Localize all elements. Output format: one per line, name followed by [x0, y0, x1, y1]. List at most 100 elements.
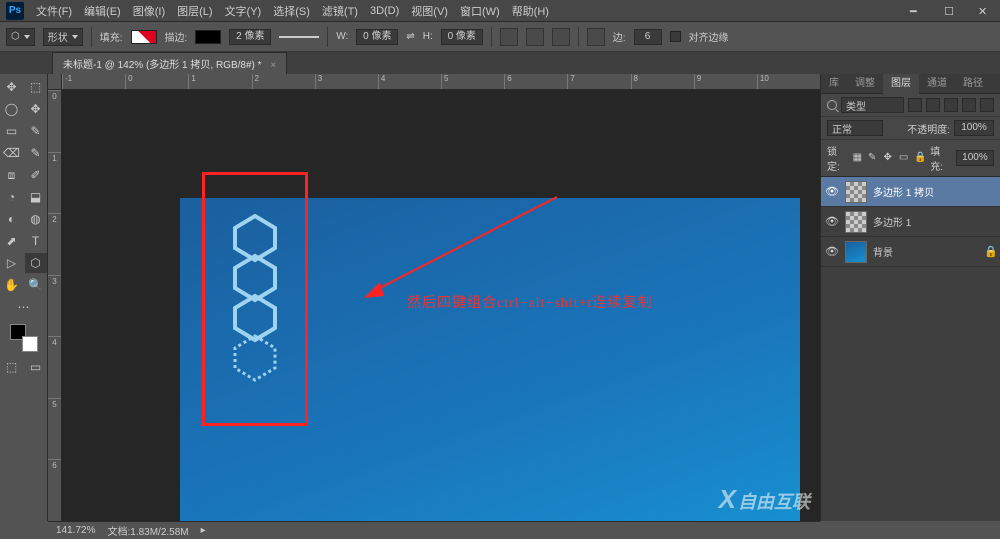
eyedropper-tool[interactable]: ✎ — [25, 121, 47, 141]
layer-name[interactable]: 多边形 1 拷贝 — [873, 184, 996, 199]
menu-window[interactable]: 窗口(W) — [460, 3, 500, 19]
stroke-width-input[interactable]: 2 像素 — [229, 29, 271, 45]
lock-position-icon[interactable]: ✎ — [868, 152, 879, 164]
filter-shape-icon[interactable] — [962, 98, 976, 112]
tab-layers[interactable]: 图层 — [883, 74, 919, 94]
filter-pixel-icon[interactable] — [908, 98, 922, 112]
document-tab-label: 未标题-1 @ 142% (多边形 1 拷贝, RGB/8#) * — [63, 60, 262, 71]
filter-smart-icon[interactable] — [980, 98, 994, 112]
marquee-tool[interactable]: ⬚ — [25, 77, 47, 97]
menu-help[interactable]: 帮助(H) — [512, 3, 549, 19]
tab-channels[interactable]: 通道 — [919, 74, 955, 94]
close-icon[interactable]: ✕ — [978, 5, 994, 17]
app-logo: Ps — [6, 2, 24, 20]
fill-swatch[interactable] — [131, 30, 157, 44]
layer-thumb[interactable] — [845, 241, 867, 263]
menu-image[interactable]: 图像(I) — [133, 3, 165, 19]
more-tools-icon[interactable]: ⋯ — [2, 297, 46, 317]
minimize-icon[interactable]: ━ — [910, 5, 926, 17]
path-combine-icon[interactable] — [500, 28, 518, 46]
layer-thumb[interactable] — [845, 181, 867, 203]
eraser-tool[interactable]: ◔ — [1, 187, 23, 207]
layer-row[interactable]: 👁 多边形 1 拷贝 — [821, 177, 1000, 207]
pen-tool[interactable]: ⬈ — [1, 231, 23, 251]
layer-name[interactable]: 多边形 1 — [873, 214, 996, 229]
stroke-swatch[interactable] — [195, 30, 221, 44]
filter-type-icon[interactable] — [944, 98, 958, 112]
gear-icon[interactable] — [587, 28, 605, 46]
menu-3d[interactable]: 3D(D) — [370, 5, 399, 17]
gradient-tool[interactable]: ⬓ — [25, 187, 47, 207]
height-label: H: — [423, 31, 433, 42]
lock-all-icon[interactable]: ✥ — [883, 152, 894, 164]
shape-tool[interactable]: ⬡ — [25, 253, 47, 273]
blend-mode-dropdown[interactable]: 正常 — [827, 120, 883, 136]
menu-type[interactable]: 文字(Y) — [225, 3, 262, 19]
chevron-right-icon[interactable]: ▸ — [201, 525, 206, 536]
layer-thumb[interactable] — [845, 211, 867, 233]
menu-edit[interactable]: 编辑(E) — [84, 3, 121, 19]
lock-icon[interactable]: 🔒 — [914, 152, 926, 164]
layer-name[interactable]: 背景 — [873, 244, 978, 259]
menu-file[interactable]: 文件(F) — [36, 3, 72, 19]
filter-kind-dropdown[interactable]: 类型 — [841, 97, 904, 113]
crop-tool[interactable]: ▭ — [1, 121, 23, 141]
doc-size[interactable]: 文档:1.83M/2.58M — [107, 523, 188, 538]
menu-select[interactable]: 选择(S) — [273, 3, 310, 19]
menu-filter[interactable]: 滤镜(T) — [322, 3, 358, 19]
antialias-checkbox[interactable] — [670, 31, 681, 42]
tab-library[interactable]: 库 — [821, 74, 847, 94]
width-input[interactable]: 0 像素 — [356, 29, 398, 45]
path-select-tool[interactable]: ▷ — [1, 253, 23, 273]
tab-adjustments[interactable]: 调整 — [847, 74, 883, 94]
ruler-vertical: 0123456 — [48, 90, 62, 521]
filter-adjust-icon[interactable] — [926, 98, 940, 112]
stroke-style-dropdown[interactable] — [279, 36, 319, 38]
hand-tool[interactable]: ✋ — [1, 275, 23, 295]
lock-artboard-icon[interactable]: ▭ — [899, 152, 910, 164]
wand-tool[interactable]: ✥ — [25, 99, 47, 119]
link-icon[interactable]: ⇌ — [406, 31, 414, 42]
status-bar: 141.72% 文档:1.83M/2.58M ▸ — [48, 521, 820, 539]
path-arrange-icon[interactable] — [552, 28, 570, 46]
eye-icon[interactable]: 👁 — [825, 185, 839, 198]
lasso-tool[interactable]: ◯ — [1, 99, 23, 119]
tab-paths[interactable]: 路径 — [955, 74, 991, 94]
menu-layer[interactable]: 图层(L) — [177, 3, 212, 19]
height-input[interactable]: 0 像素 — [441, 29, 483, 45]
fill-opacity-label: 填充: — [930, 143, 952, 173]
heal-tool[interactable]: ⌫ — [1, 143, 23, 163]
lock-pixels-icon[interactable]: ▦ — [853, 152, 864, 164]
screenmode-icon[interactable]: ▭ — [25, 357, 47, 377]
toolbox: ✥⬚ ◯✥ ▭✎ ⌫✎ ⧈✐ ◔⬓ ◐◍ ⬈T ▷⬡ ✋🔍 ⋯ ⬚▭ — [0, 74, 48, 521]
fill-opacity-input[interactable]: 100% — [956, 150, 994, 166]
opacity-input[interactable]: 100% — [954, 120, 994, 136]
tab-close-icon[interactable]: × — [270, 60, 276, 71]
shape-mode-dropdown[interactable]: 形状 — [43, 28, 83, 46]
lock-icon: 🔒 — [984, 245, 996, 258]
search-icon[interactable] — [827, 100, 837, 110]
history-brush-tool[interactable]: ✐ — [25, 165, 47, 185]
sides-input[interactable]: 6 — [634, 29, 662, 45]
quickmask-icon[interactable]: ⬚ — [1, 357, 23, 377]
dodge-tool[interactable]: ◍ — [25, 209, 47, 229]
stamp-tool[interactable]: ⧈ — [1, 165, 23, 185]
eye-icon[interactable]: 👁 — [825, 215, 839, 228]
layer-row[interactable]: 👁 多边形 1 — [821, 207, 1000, 237]
zoom-tool[interactable]: 🔍 — [25, 275, 47, 295]
move-tool[interactable]: ✥ — [1, 77, 23, 97]
document-tab[interactable]: 未标题-1 @ 142% (多边形 1 拷贝, RGB/8#) * × — [52, 52, 287, 74]
sides-label: 边: — [613, 29, 626, 44]
path-align-icon[interactable] — [526, 28, 544, 46]
menu-view[interactable]: 视图(V) — [411, 3, 448, 19]
layer-row[interactable]: 👁 背景 🔒 — [821, 237, 1000, 267]
eye-icon[interactable]: 👁 — [825, 245, 839, 258]
blur-tool[interactable]: ◐ — [1, 209, 23, 229]
brush-tool[interactable]: ✎ — [25, 143, 47, 163]
tool-preset-dropdown[interactable]: ⬡ — [6, 28, 35, 46]
type-tool[interactable]: T — [25, 231, 47, 251]
maximize-icon[interactable]: ☐ — [944, 5, 960, 17]
zoom-value[interactable]: 141.72% — [56, 525, 95, 536]
color-swatches[interactable] — [10, 324, 38, 352]
antialias-label: 对齐边缘 — [689, 29, 729, 44]
